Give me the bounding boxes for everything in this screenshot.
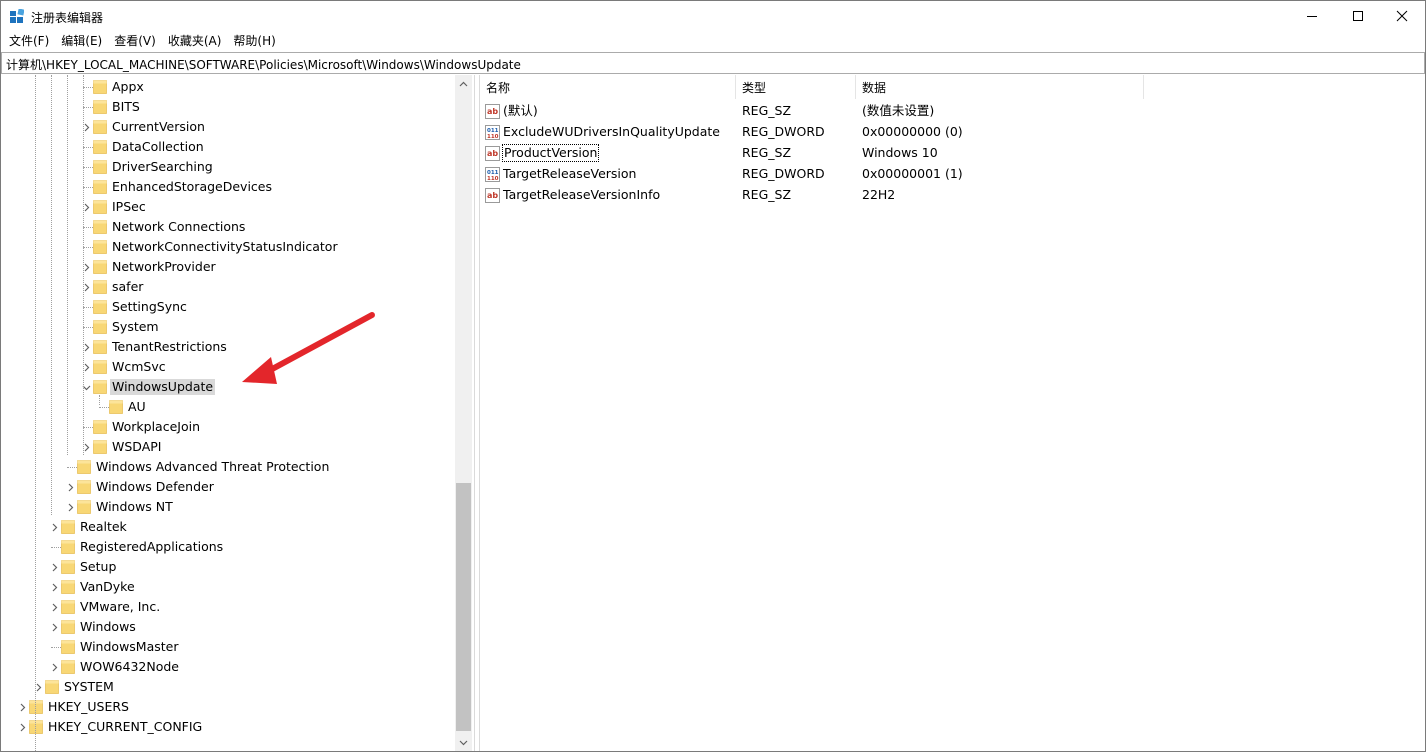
- minimize-button[interactable]: [1289, 1, 1335, 31]
- values-list-pane: 名称 类型 数据 ab (默认) REG_SZ (数值未设置) 011 110 Exclud…: [479, 75, 1425, 751]
- value-row[interactable]: 011 110 TargetReleaseVersion REG_DWORD 0x000…: [480, 164, 1425, 185]
- maximize-button[interactable]: [1335, 1, 1381, 31]
- value-type: REG_SZ: [742, 103, 792, 118]
- svg-text:ab: ab: [487, 149, 498, 158]
- value-data: (数值未设置): [862, 103, 935, 118]
- value-data: 0x00000001 (1): [862, 166, 963, 181]
- binary-value-icon: 011 110: [485, 167, 500, 182]
- address-bar[interactable]: 计算机\HKEY_LOCAL_MACHINE\SOFTWARE\Policies…: [1, 52, 1425, 74]
- svg-text:110: 110: [487, 176, 499, 182]
- value-row[interactable]: 011 110 ExcludeWUDriversInQualityUpdate REG…: [480, 122, 1425, 143]
- key-tree-pane: Appx BITS CurrentVersion DataCollection Driv…: [1, 75, 475, 751]
- chevron-up-icon: [459, 81, 468, 86]
- menu-item-2[interactable]: 查看(V): [108, 31, 162, 51]
- menu-item-4[interactable]: 帮助(H): [227, 31, 281, 51]
- string-value-icon: ab: [485, 146, 500, 161]
- menu-item-3[interactable]: 收藏夹(A): [162, 31, 228, 51]
- value-row[interactable]: ab ProductVersion REG_SZ Windows 10: [480, 143, 1425, 164]
- scroll-down-button[interactable]: [455, 734, 472, 751]
- value-type: REG_SZ: [742, 145, 792, 160]
- value-row[interactable]: ab TargetReleaseVersionInfo REG_SZ 22H2: [480, 185, 1425, 206]
- value-data: 22H2: [862, 187, 896, 202]
- value-name[interactable]: ProductVersion: [501, 144, 600, 162]
- value-name[interactable]: TargetReleaseVersion: [503, 166, 636, 182]
- registry-editor-window: 注册表编辑器 文件(F) 编辑(E) 查看(V) 收藏夹(A) 帮助(H) 计算机\HK…: [0, 0, 1426, 752]
- column-header-name[interactable]: 名称: [480, 75, 736, 99]
- close-button[interactable]: [1379, 1, 1425, 31]
- value-name[interactable]: ExcludeWUDriversInQualityUpdate: [503, 124, 720, 140]
- value-row[interactable]: ab (默认) REG_SZ (数值未设置): [480, 101, 1425, 122]
- string-value-icon: ab: [485, 188, 500, 203]
- tree-scrollbar[interactable]: [455, 75, 472, 751]
- scroll-thumb[interactable]: [456, 483, 471, 731]
- value-type: REG_DWORD: [742, 166, 825, 181]
- menu-bar: 文件(F) 编辑(E) 查看(V) 收藏夹(A) 帮助(H): [1, 31, 1425, 51]
- value-name[interactable]: TargetReleaseVersionInfo: [503, 187, 660, 203]
- address-path[interactable]: 计算机\HKEY_LOCAL_MACHINE\SOFTWARE\Policies…: [6, 56, 521, 73]
- value-data: 0x00000000 (0): [862, 124, 963, 139]
- window-title: 注册表编辑器: [31, 11, 104, 25]
- menu-item-1[interactable]: 编辑(E): [55, 31, 108, 51]
- value-type: REG_DWORD: [742, 124, 825, 139]
- binary-value-icon: 011 110: [485, 125, 500, 140]
- annotation-arrow: [242, 312, 375, 384]
- chevron-down-icon: [459, 740, 468, 745]
- maximize-icon: [1353, 11, 1363, 21]
- menu-item-0[interactable]: 文件(F): [3, 31, 55, 51]
- registry-editor-app-icon: [10, 9, 24, 23]
- string-value-icon: ab: [485, 104, 500, 119]
- minimize-icon: [1307, 16, 1317, 17]
- svg-text:110: 110: [487, 134, 499, 140]
- value-data: Windows 10: [862, 145, 938, 160]
- title-bar: 注册表编辑器: [1, 1, 1425, 31]
- close-icon: [1396, 10, 1408, 22]
- column-header-type[interactable]: 类型: [736, 75, 856, 99]
- svg-text:ab: ab: [487, 107, 498, 116]
- svg-text:ab: ab: [487, 191, 498, 200]
- scroll-up-button[interactable]: [455, 75, 472, 92]
- value-name[interactable]: (默认): [503, 103, 538, 119]
- column-header-data[interactable]: 数据: [856, 75, 1144, 99]
- value-type: REG_SZ: [742, 187, 792, 202]
